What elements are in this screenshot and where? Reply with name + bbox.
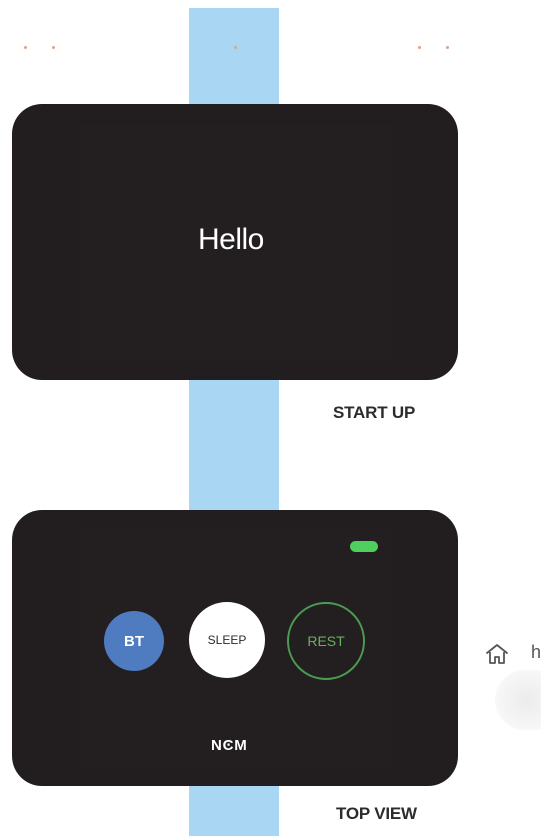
top-view-caption: TOP VIEW	[336, 804, 417, 823]
shadow-blob	[495, 670, 541, 730]
guide-dot	[446, 46, 449, 49]
strap-middle-segment	[189, 380, 279, 512]
bt-button-label: BT	[124, 632, 144, 650]
partial-home-label: h	[531, 642, 541, 662]
guide-dot	[52, 46, 55, 49]
home-icon-svg	[486, 644, 508, 664]
guide-dot	[24, 46, 27, 49]
bt-button[interactable]: BT	[104, 611, 164, 671]
strap-top-segment	[189, 8, 279, 104]
strap-bottom-segment	[189, 786, 279, 836]
startup-greeting: Hello	[198, 223, 264, 256]
guide-dot	[234, 46, 237, 49]
rest-button[interactable]: REST	[287, 602, 365, 680]
rest-button-label: REST	[307, 633, 345, 649]
brand-logo: NϾM	[211, 737, 248, 754]
sleep-button[interactable]: SLEEP	[189, 602, 265, 678]
startup-caption: START UP	[333, 403, 416, 422]
sleep-button-label: SLEEP	[207, 633, 247, 647]
battery-indicator	[350, 541, 378, 552]
home-icon[interactable]	[485, 643, 509, 665]
guide-dot	[418, 46, 421, 49]
